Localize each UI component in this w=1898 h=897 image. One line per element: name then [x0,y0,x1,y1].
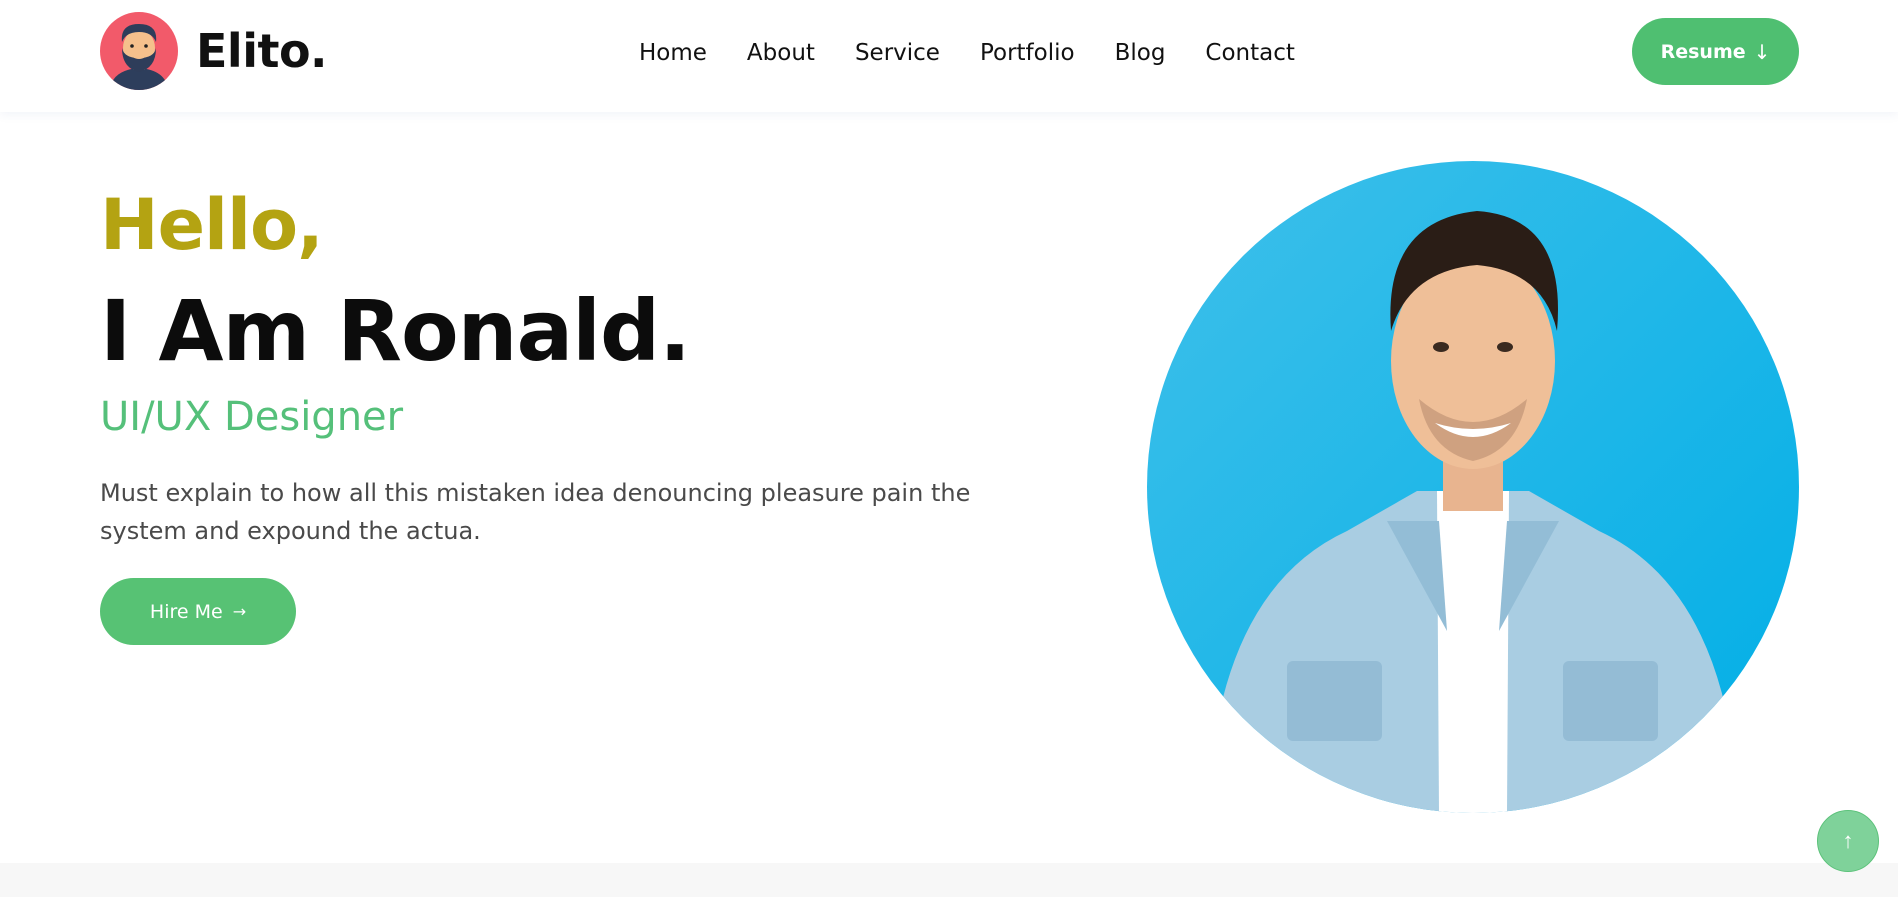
logo-avatar-icon [100,12,178,90]
brand-name: Elito. [196,24,328,78]
nav-blog[interactable]: Blog [1115,38,1166,68]
hero-greeting: Hello, [100,184,324,266]
hire-me-button[interactable]: Hire Me → [100,578,296,645]
hero-role: UI/UX Designer [100,394,404,440]
hire-label: Hire Me [149,600,223,623]
scroll-to-top-button[interactable]: ↑ [1817,810,1879,872]
nav-home[interactable]: Home [639,38,707,68]
arrow-down-icon: ↓ [1753,39,1771,64]
logo[interactable]: Elito. [100,12,328,90]
nav-portfolio[interactable]: Portfolio [980,38,1075,68]
nav-service[interactable]: Service [855,38,940,68]
resume-label: Resume [1660,40,1746,63]
resume-button[interactable]: Resume ↓ [1632,18,1799,85]
hero-name: I Am Ronald. [100,282,691,380]
nav-about[interactable]: About [747,38,815,68]
next-section-band [0,863,1898,897]
arrow-up-icon: ↑ [1842,828,1854,853]
nav-contact[interactable]: Contact [1205,38,1294,68]
portrait-image [1147,161,1799,813]
site-header: Elito. Home About Service Portfolio Blog… [0,0,1898,112]
main-nav: Home About Service Portfolio Blog Contac… [639,38,1335,68]
hero-section: Hello, I Am Ronald. UI/UX Designer Must … [0,112,1898,863]
hero-description: Must explain to how all this mistaken id… [100,479,971,545]
arrow-right-icon: → [232,602,247,621]
